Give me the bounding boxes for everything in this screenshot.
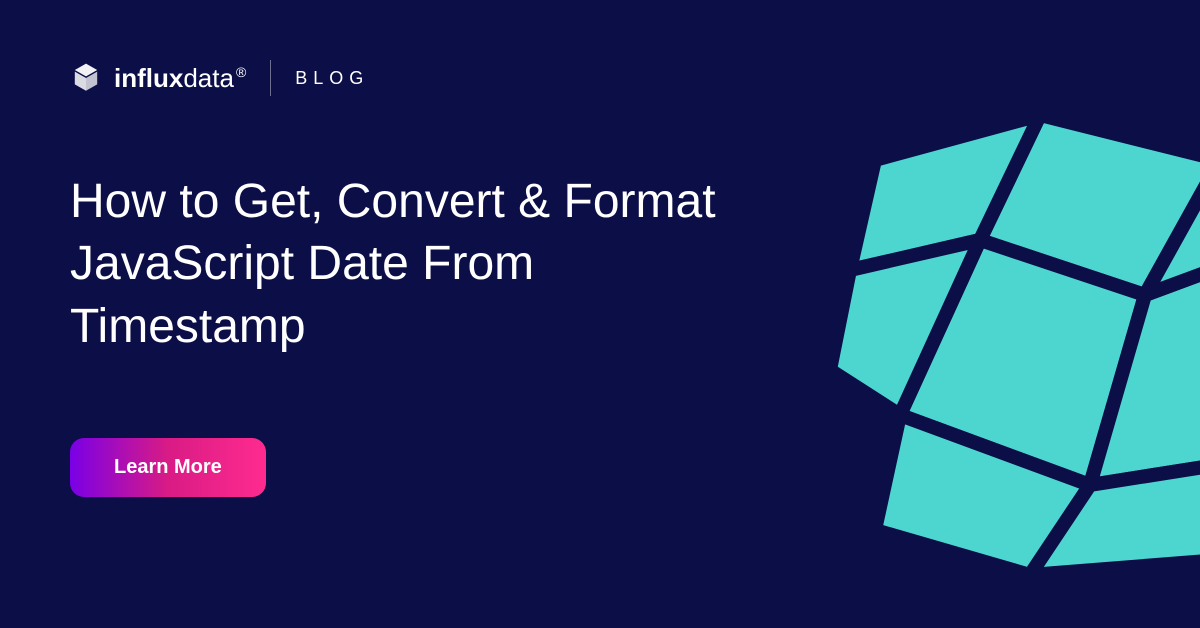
header-divider (270, 60, 271, 96)
page-title: How to Get, Convert & Format JavaScript … (70, 171, 750, 358)
brand-name: influxdata® (114, 63, 246, 94)
polyhedron-icon (780, 85, 1200, 585)
influxdata-logo-icon (70, 62, 102, 94)
section-label: BLOG (295, 68, 369, 89)
brand-logo: influxdata® (70, 62, 246, 94)
learn-more-button[interactable]: Learn More (70, 438, 266, 497)
